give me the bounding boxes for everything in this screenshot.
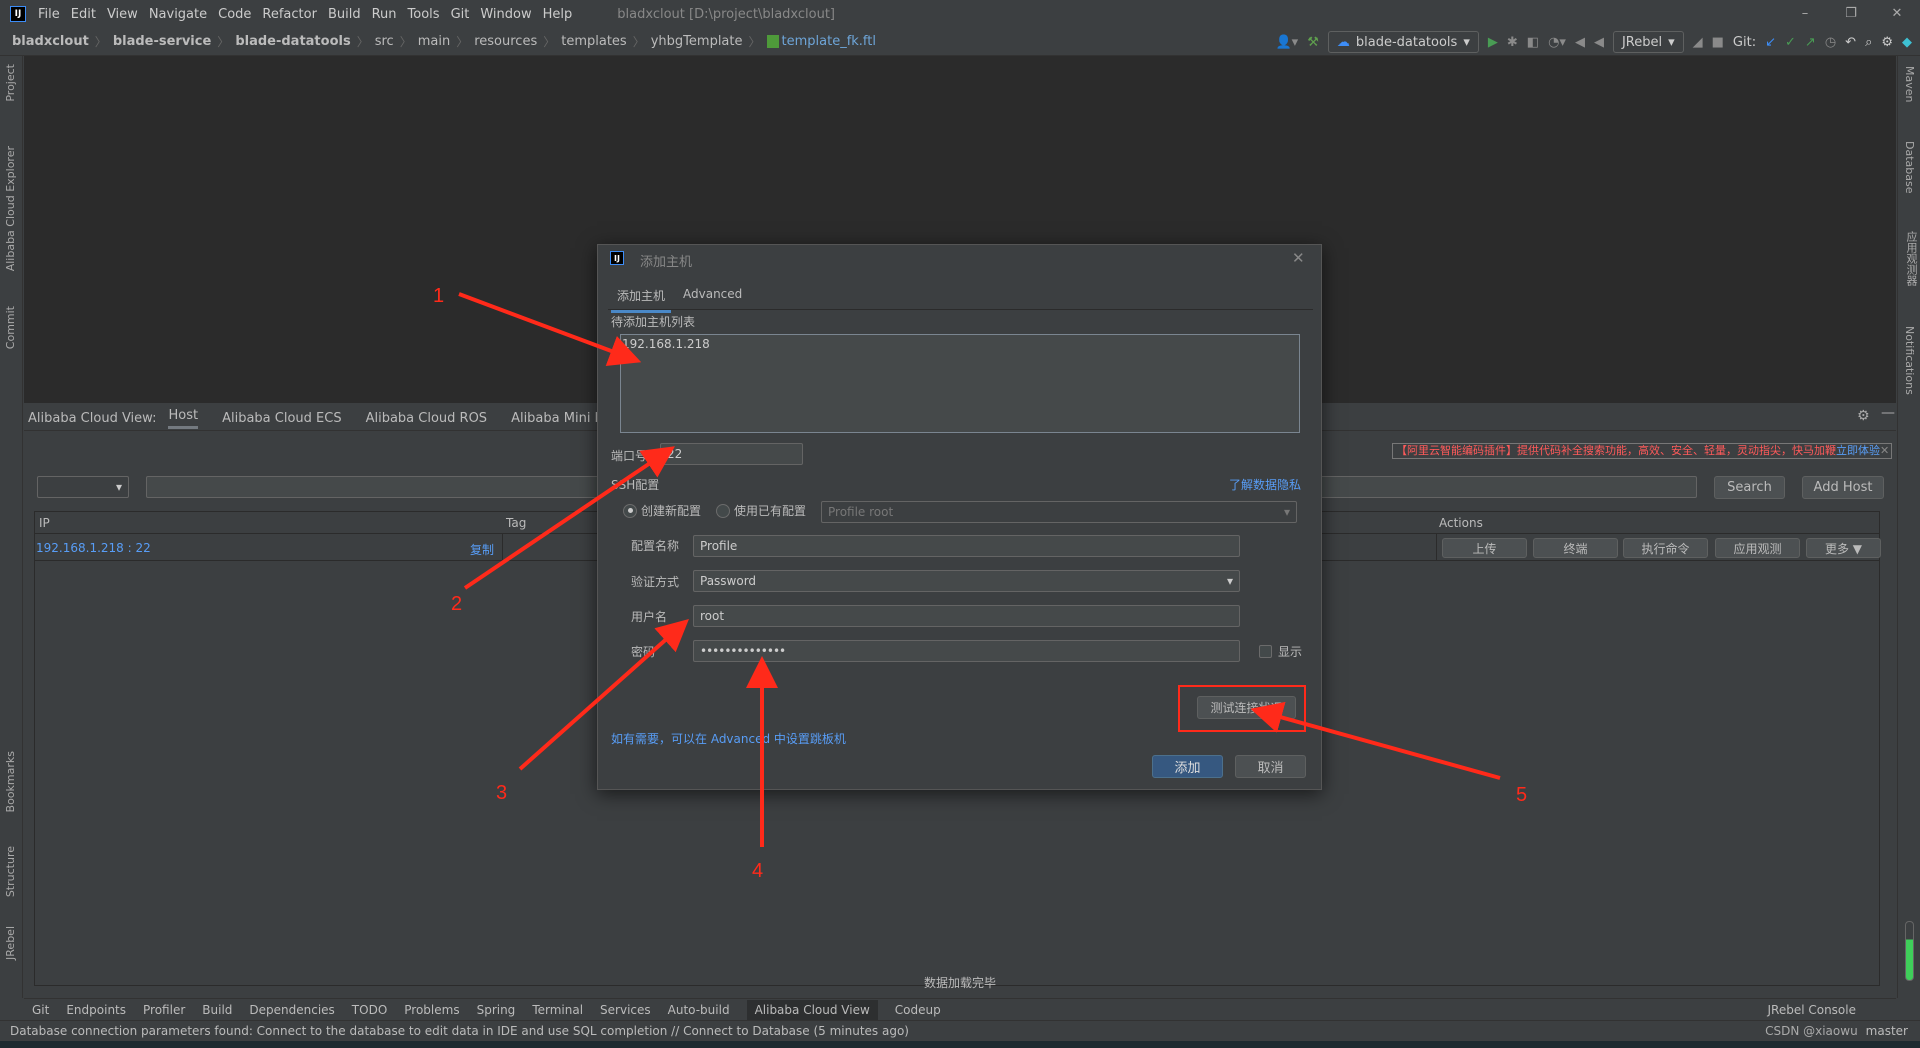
bottom-tab-services[interactable]: Services	[600, 1003, 651, 1017]
bottom-tab-git[interactable]: Git	[32, 1003, 49, 1017]
status-bar: Database connection parameters found: Co…	[0, 1020, 1920, 1041]
bottom-tab-codeup[interactable]: Codeup	[895, 1003, 941, 1017]
bottom-tab-dependencies[interactable]: Dependencies	[249, 1003, 334, 1017]
bottom-tab-profiler[interactable]: Profiler	[143, 1003, 185, 1017]
annotation-label: 3	[496, 782, 507, 804]
annotation-label: 5	[1516, 784, 1527, 806]
annotation-label: 4	[752, 860, 763, 882]
bottom-tab-todo[interactable]: TODO	[352, 1003, 387, 1017]
taskbar-strip	[0, 1041, 1920, 1048]
git-branch[interactable]: master	[1866, 1024, 1908, 1038]
arrow-2	[463, 446, 675, 590]
annotation-overlay: 1 2 3 4 5	[433, 285, 1527, 882]
arrow-1	[458, 292, 642, 366]
annotation-label: 2	[451, 593, 462, 615]
status-message[interactable]: Database connection parameters found: Co…	[10, 1024, 909, 1038]
bottom-tab-terminal[interactable]: Terminal	[532, 1003, 583, 1017]
bottom-tab-endpoints[interactable]: Endpoints	[66, 1003, 126, 1017]
bottom-tab-spring[interactable]: Spring	[477, 1003, 516, 1017]
arrow-5	[1250, 701, 1501, 780]
bottom-tab-alibaba-cloud-view[interactable]: Alibaba Cloud View	[746, 999, 878, 1020]
highlight-box	[1178, 685, 1306, 732]
bottom-tool-tabs: Git Endpoints Profiler Build Dependencie…	[24, 998, 1896, 1020]
bottom-tab-auto-build[interactable]: Auto-build	[668, 1003, 730, 1017]
watermark: CSDN @xiaowu	[1765, 1024, 1858, 1038]
arrow-3	[518, 619, 689, 771]
bottom-tab-problems[interactable]: Problems	[404, 1003, 459, 1017]
annotation-label: 1	[433, 285, 444, 307]
bottom-tab-jrebel-console[interactable]: JRebel Console	[1767, 1003, 1856, 1017]
bottom-tab-build[interactable]: Build	[202, 1003, 232, 1017]
